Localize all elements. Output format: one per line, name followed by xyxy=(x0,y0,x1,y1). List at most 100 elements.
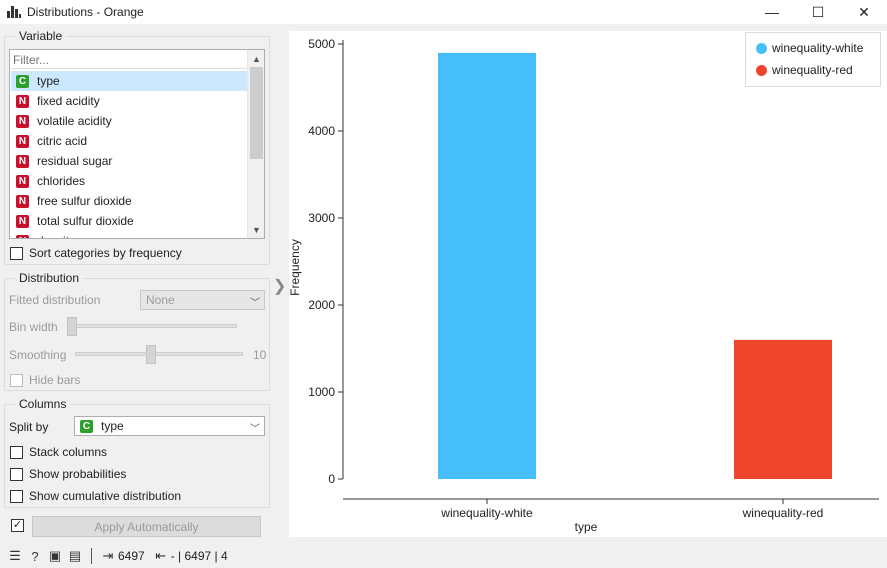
variable-item-label: density xyxy=(37,234,75,238)
legend-marker xyxy=(756,42,767,54)
variable-list[interactable]: Ctype Nfixed acidity Nvolatile acidity Ncit… xyxy=(11,71,247,238)
sort-by-frequency-checkbox[interactable]: Sort categories by frequency xyxy=(10,246,182,260)
variable-item[interactable]: Nchlorides xyxy=(11,171,247,191)
variable-item-label: free sulfur dioxide xyxy=(37,194,132,208)
variable-item-label: residual sugar xyxy=(37,154,113,168)
categorical-variable-icon: C xyxy=(16,74,29,88)
x-axis-title: type xyxy=(575,520,598,534)
menu-icon[interactable]: ☰ xyxy=(5,548,25,564)
variable-item-label: total sulfur dioxide xyxy=(37,214,134,228)
input-icon: ⇥ xyxy=(102,548,114,563)
fitted-distribution-select[interactable]: None ﹀ xyxy=(140,290,265,310)
legend-item: winequality-red xyxy=(756,63,853,77)
fitted-distribution-label: Fitted distribution xyxy=(9,293,101,307)
variable-item[interactable]: Ntotal sulfur dioxide xyxy=(11,211,247,231)
variable-item[interactable]: Ctype xyxy=(11,71,247,91)
x-tick-label: winequality-red xyxy=(742,506,824,520)
checkbox-box[interactable] xyxy=(10,445,23,459)
minimize-button[interactable]: — xyxy=(749,0,795,24)
checkbox-box[interactable] xyxy=(10,246,23,260)
numeric-variable-icon: N xyxy=(16,214,29,228)
control-panel: Variable CtypeNfixed acidityNvolatile ac… xyxy=(0,24,278,544)
variable-item[interactable]: Nresidual sugar xyxy=(11,151,247,171)
variable-item[interactable]: Nvolatile acidity xyxy=(11,111,247,131)
y-tick-label: 3000 xyxy=(308,211,335,225)
numeric-variable-icon: N xyxy=(16,94,29,108)
app-icon xyxy=(7,6,21,18)
numeric-variable-icon: N xyxy=(16,134,29,148)
hide-bars-label: Hide bars xyxy=(29,373,81,387)
smoothing-label: Smoothing xyxy=(9,348,67,362)
variable-item[interactable]: Nfixed acidity xyxy=(11,91,247,111)
bin-width-slider[interactable] xyxy=(67,316,237,336)
numeric-variable-icon: N xyxy=(16,114,29,128)
bar-winequality-white xyxy=(438,52,536,480)
distribution-chart: 0 1000 2000 3000 4000 5000 winequality-white wi… xyxy=(289,37,879,534)
legend-marker xyxy=(756,64,767,76)
slider-handle[interactable] xyxy=(146,345,157,364)
legend-label: winequality-red xyxy=(772,63,853,77)
show-probabilities-label: Show probabilities xyxy=(29,467,127,481)
legend-label: winequality-white xyxy=(772,41,864,55)
variable-group-title: Variable xyxy=(15,29,67,43)
show-probabilities-checkbox[interactable]: Show probabilities xyxy=(10,467,126,481)
slider-track xyxy=(67,324,237,328)
smoothing-slider[interactable] xyxy=(75,344,243,364)
hide-bars-checkbox[interactable]: Hide bars xyxy=(10,373,80,387)
categorical-variable-icon: C xyxy=(80,419,93,433)
report-icon[interactable]: ▤ xyxy=(65,548,85,564)
variable-item-label: citric acid xyxy=(37,134,88,148)
status-bar: ☰ ? ▣ ▤ ⇥ 6497 ⇤ - | 6497 | 4 xyxy=(0,544,887,568)
variable-item[interactable]: Ncitric acid xyxy=(11,131,247,151)
output-summary: - | 6497 | 4 xyxy=(170,549,228,563)
save-icon[interactable]: ▣ xyxy=(45,548,65,564)
checkbox-box[interactable] xyxy=(10,373,23,387)
columns-group: Columns Split by C type ﹀ Stack columns … xyxy=(4,397,270,508)
y-axis-title: Frequency xyxy=(289,239,302,296)
y-tick-label: 4000 xyxy=(308,124,335,138)
show-cumulative-checkbox[interactable]: Show cumulative distribution xyxy=(10,489,181,503)
slider-handle[interactable] xyxy=(67,317,77,336)
y-tick-label: 0 xyxy=(328,472,335,486)
y-tick-label: 2000 xyxy=(308,298,335,312)
collapse-panel-icon[interactable]: ❯ xyxy=(273,276,286,296)
variable-item-label: type xyxy=(37,74,60,88)
variable-item[interactable]: Nfree sulfur dioxide xyxy=(11,191,247,211)
distribution-group: Distribution Fitted distribution None ﹀ … xyxy=(4,271,270,391)
maximize-button[interactable]: ☐ xyxy=(795,0,841,24)
stack-columns-label: Stack columns xyxy=(29,445,108,459)
slider-track xyxy=(75,352,243,356)
split-by-label: Split by xyxy=(9,420,49,434)
y-tick-label: 5000 xyxy=(308,37,335,51)
variable-item-label: fixed acidity xyxy=(37,94,100,108)
variable-item-label: chlorides xyxy=(37,174,86,188)
variable-item-label: volatile acidity xyxy=(37,114,112,128)
scroll-down-icon[interactable]: ▼ xyxy=(248,221,265,238)
variable-group: Variable CtypeNfixed acidityNvolatile ac… xyxy=(4,29,270,265)
close-button[interactable]: ✕ xyxy=(841,0,887,24)
split-by-select[interactable]: C type ﹀ xyxy=(74,416,265,436)
variable-list-box: CtypeNfixed acidityNvolatile acidityNcit… xyxy=(9,49,265,239)
window-title: Distributions - Orange xyxy=(27,5,144,19)
variable-list-scrollbar[interactable]: ▲ ▼ xyxy=(247,50,264,238)
checkbox-box[interactable] xyxy=(10,489,23,503)
checkbox-box[interactable] xyxy=(10,467,23,481)
chart-legend: winequality-white winequality-red xyxy=(745,32,881,87)
bar-winequality-red xyxy=(734,339,832,479)
distribution-group-title: Distribution xyxy=(15,271,84,285)
apply-button[interactable]: Apply Automatically xyxy=(32,516,261,537)
columns-group-title: Columns xyxy=(15,397,71,411)
plot-area[interactable]: 0 1000 2000 3000 4000 5000 winequality-white wi… xyxy=(289,31,887,537)
apply-automatically-checkbox[interactable]: ✓ xyxy=(11,519,24,532)
stack-columns-checkbox[interactable]: Stack columns xyxy=(10,445,107,459)
variable-item[interactable]: Ndensity xyxy=(11,231,247,238)
scrollbar-thumb[interactable] xyxy=(250,67,263,159)
split-by-value: type xyxy=(101,419,124,433)
legend-item: winequality-white xyxy=(756,41,863,55)
help-icon[interactable]: ? xyxy=(25,549,45,564)
chevron-down-icon: ﹀ xyxy=(250,298,260,309)
numeric-variable-icon: N xyxy=(16,234,29,238)
scroll-up-icon[interactable]: ▲ xyxy=(248,50,265,67)
variable-filter-input[interactable] xyxy=(11,51,247,69)
show-cumulative-label: Show cumulative distribution xyxy=(29,489,182,503)
